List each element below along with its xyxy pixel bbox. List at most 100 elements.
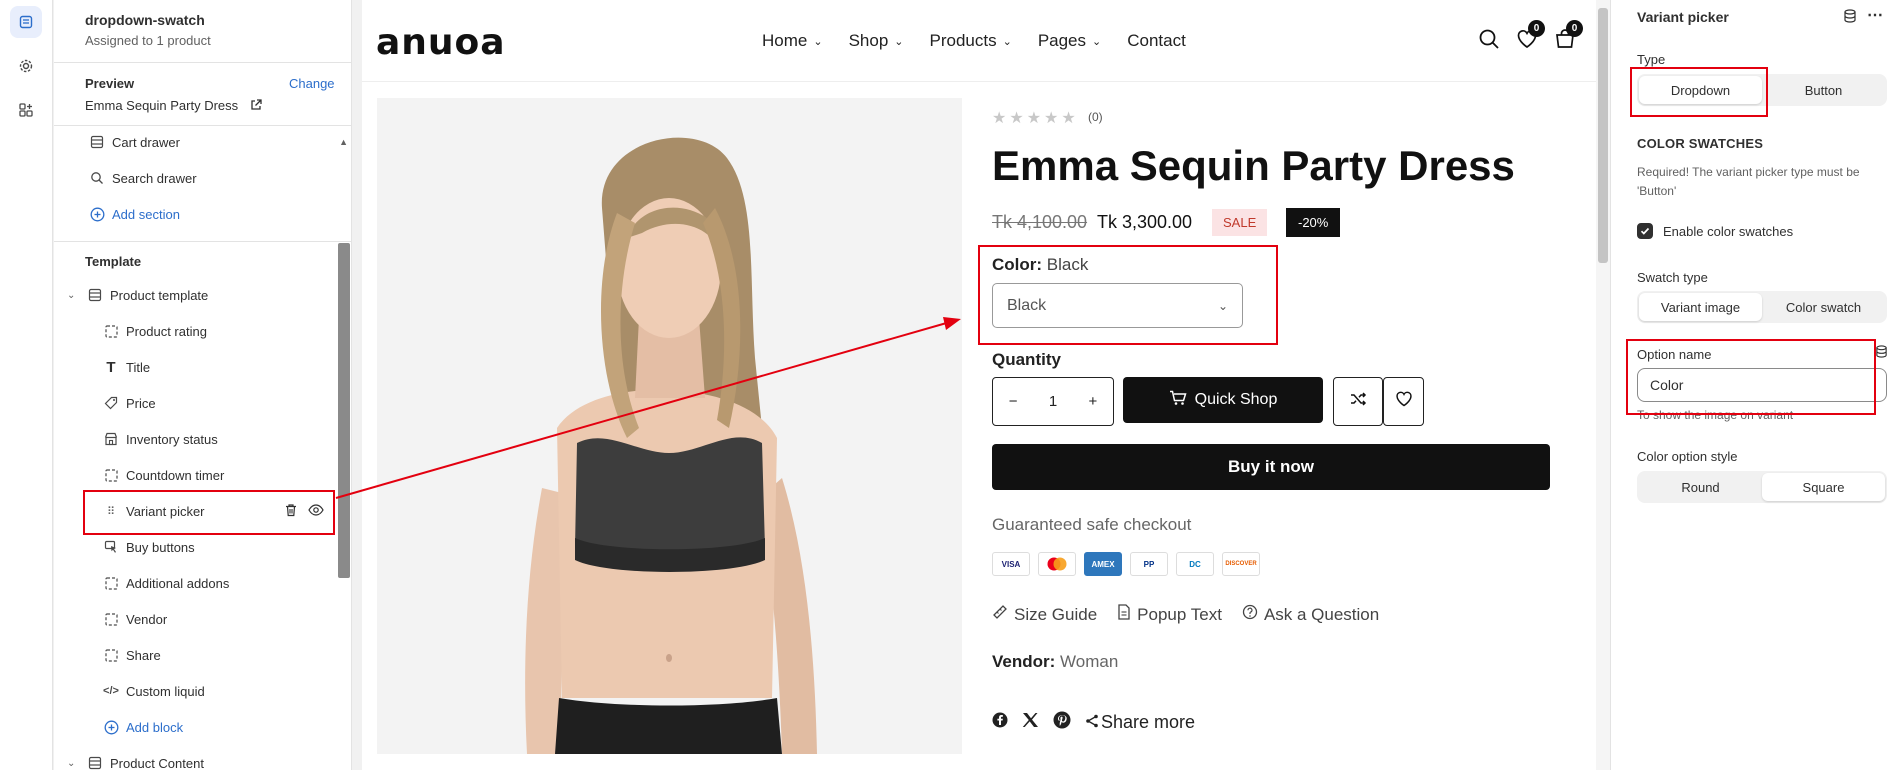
plus-circle-icon [103, 719, 119, 735]
more-options-icon[interactable]: ⋯ [1867, 5, 1883, 25]
vendor: Vendor: Woman [992, 652, 1118, 672]
block-vendor[interactable]: Vendor [54, 601, 351, 637]
nav-label: Products [929, 31, 997, 50]
block-label: Countdown timer [126, 467, 225, 483]
nav-label: Pages [1037, 31, 1087, 50]
enable-swatches-checkbox[interactable] [1637, 223, 1653, 239]
block-title[interactable]: T Title [54, 349, 351, 385]
template-icon [87, 755, 103, 770]
quick-shop-button[interactable]: Quick Shop [1123, 377, 1323, 423]
block-label: Additional addons [126, 575, 230, 591]
database-icon[interactable] [1843, 9, 1857, 28]
sidebar-item-product-content[interactable]: ⌄ Product Content [54, 745, 351, 770]
preview-product[interactable]: Emma Sequin Party Dress [85, 98, 238, 113]
block-label: Inventory status [126, 431, 218, 447]
wishlist-count: 0 [1528, 20, 1545, 37]
size-guide-link[interactable]: Size Guide [992, 604, 1097, 625]
color-swatches-help: Required! The variant picker type must b… [1637, 165, 1860, 198]
wishlist-button[interactable] [1383, 377, 1424, 426]
color-style-control: Round Square [1637, 471, 1887, 503]
external-link-icon[interactable] [250, 98, 262, 116]
block-label: Buy buttons [126, 539, 195, 555]
add-block-button[interactable]: Add block [54, 709, 351, 745]
chevron-down-icon: ⌄ [813, 35, 823, 48]
sidebar-item-search-drawer[interactable]: Search drawer [54, 160, 351, 196]
compare-button[interactable] [1333, 377, 1383, 426]
search-icon [89, 170, 105, 186]
quantity-value[interactable]: 1 [1049, 393, 1057, 410]
popup-text-link[interactable]: Popup Text [1117, 604, 1222, 625]
question-icon [1242, 604, 1258, 625]
color-swatches-heading: COLOR SWATCHES [1637, 136, 1764, 151]
block-product-rating[interactable]: Product rating [54, 313, 351, 349]
plus-icon[interactable]: + [1089, 393, 1098, 410]
divider [54, 241, 351, 242]
ruler-icon [992, 604, 1008, 625]
x-twitter-icon[interactable] [1022, 712, 1039, 733]
link-label: Size Guide [1014, 604, 1098, 624]
sidebar-item-product-template[interactable]: ⌄ Product template [54, 277, 351, 313]
database-icon[interactable] [1875, 345, 1888, 363]
swatch-type-control: Variant image Color swatch [1637, 291, 1887, 323]
chevron-down-icon: ⌄ [894, 35, 904, 48]
store-header: anuoa Home ⌄ Shop ⌄ Products ⌄ Pages ⌄ Conta… [362, 0, 1596, 82]
preview-label: Preview [85, 76, 135, 91]
store-logo[interactable]: anuoa [376, 22, 506, 63]
dashed-square-icon [103, 467, 119, 483]
share-more-link[interactable]: Share more [1085, 712, 1195, 733]
nav-home[interactable]: Home ⌄ [762, 31, 823, 51]
gear-icon[interactable] [10, 50, 42, 82]
pinterest-icon[interactable] [1053, 711, 1071, 734]
block-countdown-timer[interactable]: Countdown timer [54, 457, 351, 493]
minus-icon[interactable]: − [1009, 393, 1018, 410]
rating-stars[interactable]: ★★★★★ [992, 108, 1079, 128]
cart-icon[interactable]: 0 [1554, 20, 1583, 55]
chevron-down-icon[interactable]: ⌄ [67, 290, 81, 301]
chevron-down-icon[interactable]: ⌄ [67, 758, 81, 769]
template-heading: Template [85, 254, 142, 269]
type-option-button[interactable]: Button [1762, 76, 1885, 104]
block-additional-addons[interactable]: Additional addons [54, 565, 351, 601]
vendor-value[interactable]: Woman [1060, 652, 1118, 671]
cart-count: 0 [1566, 20, 1583, 37]
ask-question-link[interactable]: Ask a Question [1242, 604, 1379, 625]
sections-icon[interactable] [10, 6, 42, 38]
nav-shop[interactable]: Shop ⌄ [849, 31, 904, 51]
block-custom-liquid[interactable]: </> Custom liquid [54, 673, 351, 709]
product-image[interactable] [377, 98, 962, 754]
nav-pages[interactable]: Pages ⌄ [1038, 31, 1101, 51]
safe-checkout-label: Guaranteed safe checkout [992, 515, 1192, 534]
nav-products[interactable]: Products ⌄ [930, 31, 1012, 51]
enable-swatches-label[interactable]: Enable color swatches [1663, 224, 1793, 239]
block-price[interactable]: Price [54, 385, 351, 421]
chevron-down-icon: ⌄ [1092, 35, 1102, 48]
swatch-option-color-swatch[interactable]: Color swatch [1762, 293, 1885, 321]
heart-icon[interactable]: 0 [1516, 20, 1545, 55]
color-option-style-label: Color option style [1637, 449, 1738, 464]
style-option-square[interactable]: Square [1762, 473, 1885, 501]
sidebar-item-label: Search drawer [112, 170, 197, 186]
heart-icon [1395, 390, 1413, 413]
apps-icon[interactable] [10, 94, 42, 126]
sidebar-item-cart-drawer[interactable]: Cart drawer ▲ [54, 124, 351, 160]
sections-panel: dropdown-swatch Assigned to 1 product Pr… [54, 0, 352, 770]
collapse-icon[interactable]: ▲ [339, 137, 348, 147]
style-option-round[interactable]: Round [1639, 473, 1762, 501]
document-icon [1117, 604, 1131, 625]
sidebar-item-label: Cart drawer [112, 134, 180, 150]
header-icons: 0 0 [1478, 20, 1583, 55]
change-link[interactable]: Change [289, 76, 335, 91]
cart-icon [1169, 390, 1187, 411]
search-icon[interactable] [1478, 28, 1500, 55]
preview-scrollbar-thumb[interactable] [1598, 8, 1608, 263]
quantity-stepper[interactable]: − 1 + [992, 377, 1114, 426]
block-share[interactable]: Share [54, 637, 351, 673]
shuffle-icon [1349, 390, 1367, 413]
block-inventory-status[interactable]: Inventory status [54, 421, 351, 457]
add-section-button[interactable]: Add section [54, 196, 351, 232]
facebook-icon[interactable] [992, 712, 1008, 733]
type-label: Type [1637, 52, 1666, 67]
nav-contact[interactable]: Contact [1127, 31, 1186, 51]
swatch-option-variant-image[interactable]: Variant image [1639, 293, 1762, 321]
buy-now-button[interactable]: Buy it now [992, 444, 1550, 490]
